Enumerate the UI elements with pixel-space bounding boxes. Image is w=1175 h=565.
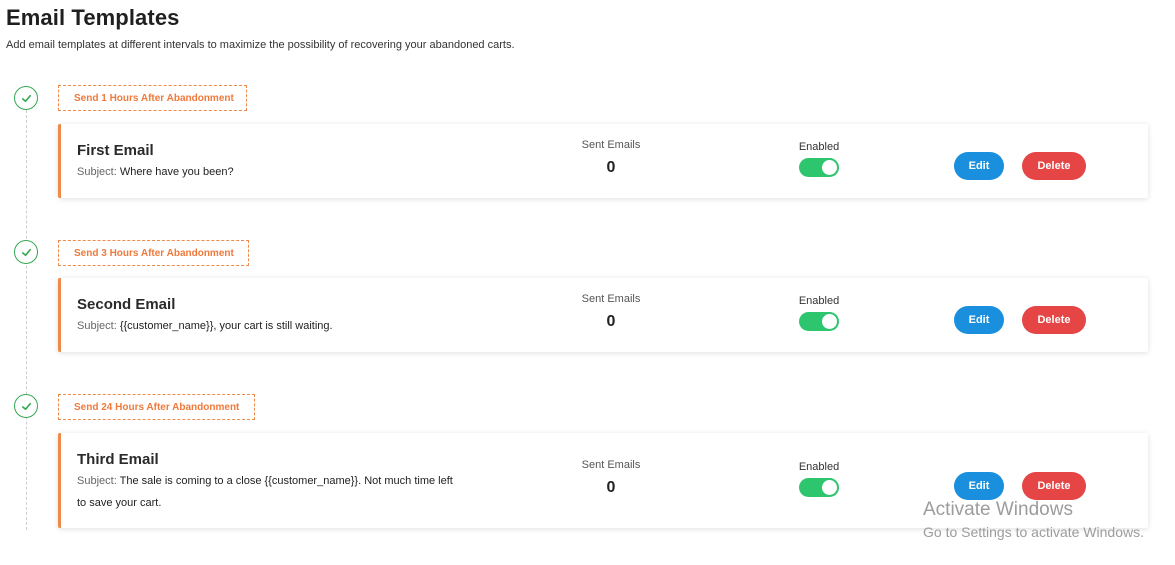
template-card: First Email Subject: Where have you been… xyxy=(58,124,1148,198)
toggle-knob xyxy=(822,480,837,495)
template-subject: Subject: {{customer_name}}, your cart is… xyxy=(77,315,333,337)
sent-emails-count: 0 xyxy=(606,159,616,176)
interval-badge: Send 3 Hours After Abandonment xyxy=(58,240,249,266)
subject-label: Subject: xyxy=(77,166,117,178)
subject-text-line2: to save your cart. xyxy=(77,497,162,509)
enabled-control: Enabled xyxy=(789,295,849,331)
delete-button[interactable]: Delete xyxy=(1022,472,1086,500)
template-name: Second Email xyxy=(77,296,176,313)
enabled-control: Enabled xyxy=(789,141,849,177)
sent-emails: Sent Emails 0 xyxy=(566,459,656,497)
template-card: Second Email Subject: {{customer_name}},… xyxy=(58,278,1148,352)
edit-button[interactable]: Edit xyxy=(954,152,1004,180)
interval-badge: Send 1 Hours After Abandonment xyxy=(58,85,247,111)
activate-windows-watermark: Activate Windows Go to Settings to activ… xyxy=(923,499,1144,540)
enabled-label: Enabled xyxy=(798,295,840,307)
email-templates-page: Email Templates Add email templates at d… xyxy=(0,0,1175,565)
sent-emails-label: Sent Emails xyxy=(581,293,641,305)
toggle-knob xyxy=(822,160,837,175)
sent-emails: Sent Emails 0 xyxy=(566,139,656,177)
page-subtitle: Add email templates at different interva… xyxy=(6,39,515,51)
watermark-title: Activate Windows xyxy=(923,499,1073,520)
watermark-subtitle: Go to Settings to activate Windows. xyxy=(923,524,1144,540)
check-icon xyxy=(14,86,38,110)
enabled-label: Enabled xyxy=(798,461,840,473)
subject-text: {{customer_name}}, your cart is still wa… xyxy=(119,320,333,332)
delete-button[interactable]: Delete xyxy=(1022,306,1086,334)
template-subject: Subject: Where have you been? xyxy=(77,161,234,183)
sent-emails-count: 0 xyxy=(606,479,616,496)
page-title: Email Templates xyxy=(6,5,180,30)
timeline-line xyxy=(26,110,27,530)
template-name: Third Email xyxy=(77,451,159,468)
sent-emails-count: 0 xyxy=(606,313,616,330)
enabled-toggle[interactable] xyxy=(799,312,839,331)
subject-label: Subject: xyxy=(77,320,117,332)
delete-button[interactable]: Delete xyxy=(1022,152,1086,180)
toggle-knob xyxy=(822,314,837,329)
sent-emails: Sent Emails 0 xyxy=(566,293,656,331)
template-name: First Email xyxy=(77,142,154,159)
subject-label: Subject: xyxy=(77,475,117,487)
subject-text-line1: The sale is coming to a close {{customer… xyxy=(119,475,453,487)
sent-emails-label: Sent Emails xyxy=(581,139,641,151)
template-subject: Subject: The sale is coming to a close {… xyxy=(77,470,453,514)
check-icon xyxy=(14,240,38,264)
enabled-toggle[interactable] xyxy=(799,478,839,497)
edit-button[interactable]: Edit xyxy=(954,472,1004,500)
enabled-label: Enabled xyxy=(798,141,840,153)
subject-text: Where have you been? xyxy=(119,166,234,178)
enabled-toggle[interactable] xyxy=(799,158,839,177)
sent-emails-label: Sent Emails xyxy=(581,459,641,471)
edit-button[interactable]: Edit xyxy=(954,306,1004,334)
interval-badge: Send 24 Hours After Abandonment xyxy=(58,394,255,420)
enabled-control: Enabled xyxy=(789,461,849,497)
check-icon xyxy=(14,394,38,418)
